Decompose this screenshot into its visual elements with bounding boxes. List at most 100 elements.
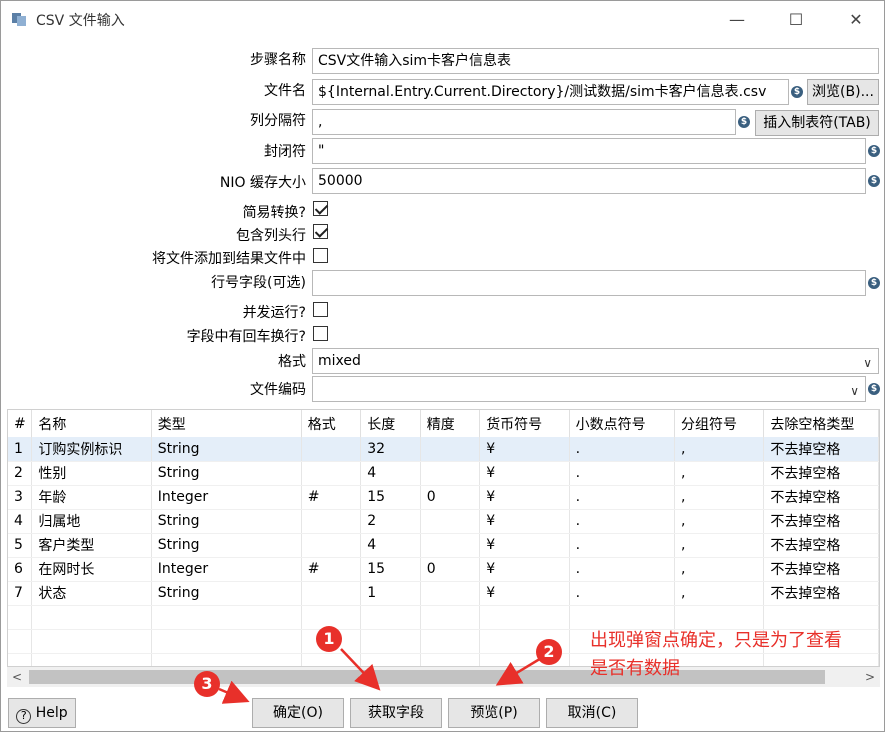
table-row[interactable]: 4 归属地 String 2 ¥., 不去掉空格 — [8, 509, 879, 534]
cancel-button[interactable]: 取消(C) — [546, 698, 638, 728]
table-cell[interactable]: # — [301, 557, 362, 582]
column-header[interactable]: 小数点符号 — [569, 410, 676, 437]
column-header[interactable]: # — [8, 410, 33, 437]
table-cell[interactable]: , — [674, 533, 765, 558]
table-cell[interactable]: . — [569, 533, 676, 558]
column-header[interactable]: 分组符号 — [674, 410, 765, 437]
table-cell[interactable]: 15 — [360, 557, 421, 582]
nio-buffer-input[interactable]: 50000 — [312, 168, 866, 194]
table-cell[interactable]: , — [674, 437, 765, 462]
browse-button[interactable]: 浏览(B)... — [807, 79, 879, 105]
table-cell[interactable]: 7 — [8, 581, 33, 606]
table-cell[interactable]: 状态 — [31, 581, 152, 606]
table-cell[interactable]: . — [569, 509, 676, 534]
table-cell[interactable]: 不去掉空格 — [763, 485, 879, 510]
table-cell[interactable]: 不去掉空格 — [763, 461, 879, 486]
column-header[interactable]: 格式 — [301, 410, 362, 437]
table-cell[interactable]: 在网时长 — [31, 557, 152, 582]
table-row[interactable]: 7 状态 String 1 ¥., 不去掉空格 — [8, 581, 879, 606]
table-cell[interactable]: . — [569, 485, 676, 510]
table-cell[interactable]: , — [674, 509, 765, 534]
table-cell[interactable]: 客户类型 — [31, 533, 152, 558]
table-cell[interactable]: 性别 — [31, 461, 152, 486]
table-cell[interactable]: String — [151, 509, 302, 534]
ok-button[interactable]: 确定(O) — [252, 698, 344, 728]
column-header[interactable]: 类型 — [151, 410, 302, 437]
rownum-field-input[interactable] — [312, 270, 866, 296]
table-cell[interactable] — [420, 581, 481, 606]
parallel-checkbox[interactable] — [313, 302, 328, 317]
enclosure-input[interactable]: " — [312, 138, 866, 164]
newline-field-checkbox[interactable] — [313, 326, 328, 341]
horizontal-scrollbar[interactable]: < > — [7, 667, 880, 687]
close-button[interactable]: ✕ — [833, 1, 879, 39]
table-cell[interactable]: 不去掉空格 — [763, 557, 879, 582]
table-cell[interactable]: # — [301, 485, 362, 510]
table-cell[interactable] — [420, 533, 481, 558]
table-cell[interactable]: 2 — [360, 509, 421, 534]
table-cell[interactable]: 4 — [8, 509, 33, 534]
table-cell[interactable]: 0 — [420, 557, 481, 582]
table-cell[interactable]: ¥ — [479, 533, 570, 558]
column-header[interactable]: 去除空格类型 — [763, 410, 879, 437]
header-row-checkbox[interactable] — [313, 224, 328, 239]
table-cell[interactable]: Integer — [151, 557, 302, 582]
table-cell[interactable]: , — [674, 557, 765, 582]
table-cell[interactable]: . — [569, 461, 676, 486]
table-row[interactable]: 6 在网时长 Integer #15 0 ¥., 不去掉空格 — [8, 557, 879, 582]
table-cell[interactable]: , — [674, 485, 765, 510]
table-cell[interactable]: 4 — [360, 461, 421, 486]
table-cell[interactable] — [301, 437, 362, 462]
table-cell[interactable]: 6 — [8, 557, 33, 582]
scroll-left-icon[interactable]: < — [7, 667, 27, 687]
table-cell[interactable]: 3 — [8, 485, 33, 510]
scroll-right-icon[interactable]: > — [860, 667, 880, 687]
table-cell[interactable]: , — [674, 461, 765, 486]
column-header[interactable]: 长度 — [360, 410, 421, 437]
minimize-button[interactable]: — — [714, 1, 760, 39]
table-cell[interactable]: 1 — [360, 581, 421, 606]
filename-input[interactable]: ${Internal.Entry.Current.Directory}/测试数据… — [312, 79, 789, 105]
table-cell[interactable] — [301, 581, 362, 606]
delimiter-input[interactable]: , — [312, 109, 736, 135]
table-cell[interactable] — [420, 437, 481, 462]
table-row[interactable]: 3 年龄 Integer #15 0 ¥., 不去掉空格 — [8, 485, 879, 510]
lazy-conversion-checkbox[interactable] — [313, 201, 328, 216]
table-cell[interactable]: 订购实例标识 — [31, 437, 152, 462]
add-to-result-checkbox[interactable] — [313, 248, 328, 263]
table-cell[interactable]: ¥ — [479, 509, 570, 534]
table-row[interactable]: 1 订购实例标识 String 32 ¥., 不去掉空格 — [8, 437, 879, 462]
table-cell[interactable]: String — [151, 461, 302, 486]
table-cell[interactable]: 4 — [360, 533, 421, 558]
insert-tab-button[interactable]: 插入制表符(TAB) — [755, 110, 879, 136]
table-cell[interactable]: ¥ — [479, 485, 570, 510]
table-cell[interactable] — [301, 533, 362, 558]
table-cell[interactable]: String — [151, 581, 302, 606]
table-cell[interactable]: ¥ — [479, 437, 570, 462]
table-cell[interactable]: , — [674, 581, 765, 606]
table-cell[interactable]: ¥ — [479, 581, 570, 606]
table-cell[interactable]: String — [151, 533, 302, 558]
table-cell[interactable]: Integer — [151, 485, 302, 510]
column-header[interactable]: 货币符号 — [479, 410, 570, 437]
table-cell[interactable]: 不去掉空格 — [763, 581, 879, 606]
table-cell[interactable]: 0 — [420, 485, 481, 510]
table-cell[interactable] — [301, 509, 362, 534]
table-cell[interactable]: 不去掉空格 — [763, 437, 879, 462]
preview-button[interactable]: 预览(P) — [448, 698, 540, 728]
table-cell[interactable]: 不去掉空格 — [763, 533, 879, 558]
format-select[interactable]: mixed ∨ — [312, 348, 879, 374]
table-cell[interactable]: . — [569, 581, 676, 606]
table-cell[interactable]: 1 — [8, 437, 33, 462]
table-row[interactable]: 5 客户类型 String 4 ¥., 不去掉空格 — [8, 533, 879, 558]
table-cell[interactable]: . — [569, 437, 676, 462]
get-fields-button[interactable]: 获取字段 — [350, 698, 442, 728]
table-cell[interactable] — [420, 461, 481, 486]
maximize-button[interactable]: ☐ — [773, 1, 819, 39]
step-name-input[interactable]: CSV文件输入sim卡客户信息表 — [312, 48, 879, 74]
table-cell[interactable]: 2 — [8, 461, 33, 486]
encoding-select[interactable]: ∨ — [312, 376, 866, 402]
table-cell[interactable] — [420, 509, 481, 534]
table-cell[interactable]: ¥ — [479, 461, 570, 486]
table-cell[interactable]: 15 — [360, 485, 421, 510]
